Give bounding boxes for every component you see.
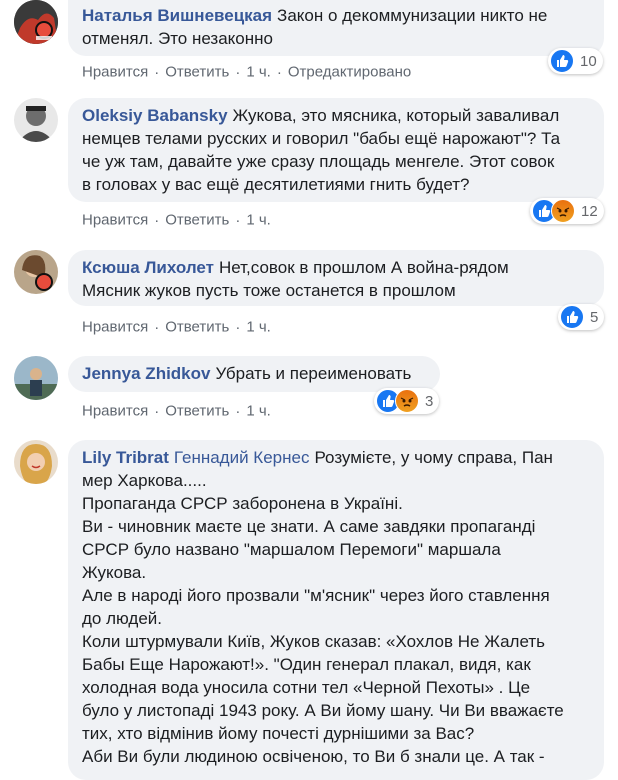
comment-actions: Нравится · Ответить · 1 ч. <box>82 318 271 336</box>
edited-label[interactable]: Отредактировано <box>288 64 411 81</box>
separator-dot: · <box>235 318 241 336</box>
comment-bubble: Lily Tribrat Геннадий Кернес Розумієте, у … <box>68 440 604 780</box>
separator-dot: · <box>235 402 241 420</box>
mention-link[interactable]: Геннадий Кернес <box>174 448 310 467</box>
reply-link[interactable]: Ответить <box>165 403 229 420</box>
timestamp[interactable]: 1 ч. <box>246 64 271 81</box>
like-icon <box>560 305 584 329</box>
comment-bubble: Jennya Zhidkov Убрать и переименовать <box>68 356 440 392</box>
angry-icon <box>551 199 575 223</box>
avatar[interactable] <box>14 440 58 484</box>
like-link[interactable]: Нравится <box>82 319 148 336</box>
comment-author[interactable]: Oleksiy Babansky <box>82 106 228 125</box>
comment-bubble: Ксюша Лихолет Нет,совок в прошлом А война… <box>68 250 604 306</box>
angry-icon <box>395 389 419 413</box>
comment-actions: Нравится · Ответить · 1 ч. · Отредактировано <box>82 63 411 81</box>
separator-dot: · <box>235 63 241 81</box>
comment-author[interactable]: Lily Tribrat <box>82 448 169 467</box>
separator-dot: · <box>235 211 241 229</box>
reply-link[interactable]: Ответить <box>165 212 229 229</box>
avatar[interactable] <box>14 356 58 400</box>
separator-dot: · <box>154 402 160 420</box>
avatar[interactable] <box>14 0 58 44</box>
reaction-count: 12 <box>581 202 598 220</box>
avatar-image <box>14 0 58 44</box>
reaction-summary[interactable]: 5 <box>558 304 605 330</box>
timestamp[interactable]: 1 ч. <box>246 319 271 336</box>
reply-link[interactable]: Ответить <box>165 319 229 336</box>
reaction-count: 5 <box>590 308 599 326</box>
like-link[interactable]: Нравится <box>82 64 148 81</box>
comment-text: Розумієте, у чому справа, Пан мер Харков… <box>82 448 564 766</box>
comment-text: Убрать и переименовать <box>215 364 412 383</box>
separator-dot: · <box>154 211 160 229</box>
avatar-image <box>14 440 58 484</box>
avatar[interactable] <box>14 98 58 142</box>
timestamp[interactable]: 1 ч. <box>246 212 271 229</box>
reaction-count: 10 <box>580 52 597 70</box>
like-link[interactable]: Нравится <box>82 212 148 229</box>
comment-actions: Нравится · Ответить · 1 ч. <box>82 402 271 420</box>
reply-link[interactable]: Ответить <box>165 64 229 81</box>
separator-dot: · <box>276 63 282 81</box>
reaction-summary[interactable]: 12 <box>530 198 604 224</box>
comment-actions: Нравится · Ответить · 1 ч. <box>82 211 271 229</box>
reaction-summary[interactable]: 10 <box>548 48 603 74</box>
avatar-image <box>14 250 58 294</box>
comment-author[interactable]: Наталья Вишневецкая <box>82 6 272 25</box>
avatar-image <box>14 98 58 142</box>
avatar-image <box>14 356 58 400</box>
like-icon <box>550 49 574 73</box>
comment-author[interactable]: Ксюша Лихолет <box>82 258 214 277</box>
separator-dot: · <box>154 318 160 336</box>
like-link[interactable]: Нравится <box>82 403 148 420</box>
separator-dot: · <box>154 63 160 81</box>
reaction-count: 3 <box>425 392 434 410</box>
comment-bubble: Наталья Вишневецкая Закон о декоммунизаци… <box>68 0 604 56</box>
comment-bubble: Oleksiy Babansky Жукова, это мясника, кот… <box>68 98 604 202</box>
reaction-summary[interactable]: 3 <box>374 388 440 414</box>
avatar[interactable] <box>14 250 58 294</box>
timestamp[interactable]: 1 ч. <box>246 403 271 420</box>
comment-author[interactable]: Jennya Zhidkov <box>82 364 210 383</box>
